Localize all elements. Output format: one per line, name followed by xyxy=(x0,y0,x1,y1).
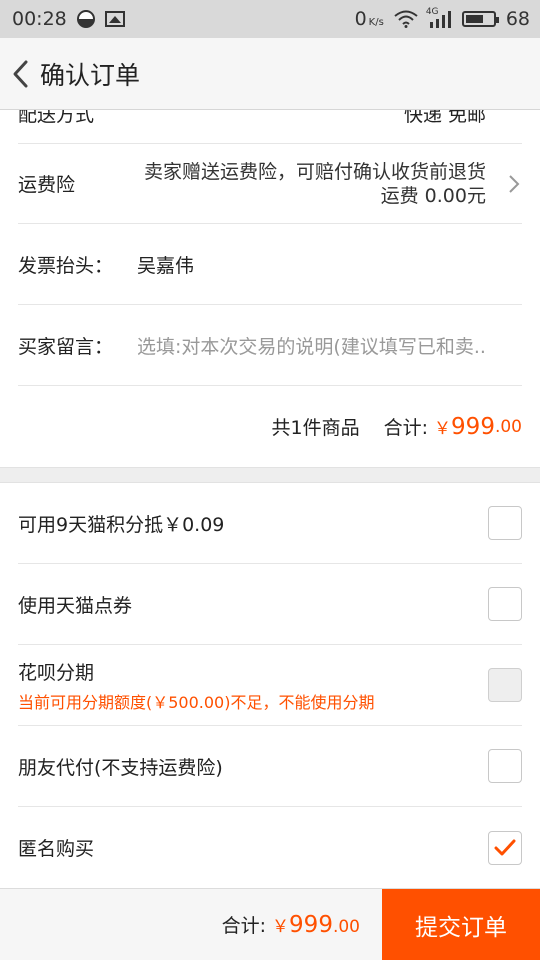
option-huabei-label: 花呗分期 xyxy=(18,661,95,684)
checkmark-icon xyxy=(494,839,516,855)
app-header: 确认订单 xyxy=(0,38,540,110)
tmall-coupon-checkbox[interactable] xyxy=(488,587,522,621)
tmall-points-checkbox[interactable] xyxy=(488,506,522,540)
option-tmall-coupon-label: 使用天猫点券 xyxy=(18,594,133,617)
order-total-amount: 999 xyxy=(451,413,495,440)
submit-order-button[interactable]: 提交订单 xyxy=(382,888,540,960)
chevron-right-icon xyxy=(509,174,520,193)
net-speed: 0 K/s xyxy=(355,8,384,30)
option-huabei-warning: 当前可用分期额度(￥500.00)不足，不能使用分期 xyxy=(18,692,375,712)
option-tmall-points-label: 可用9天猫积分抵￥0.09 xyxy=(18,513,225,536)
net-speed-unit: K/s xyxy=(368,17,384,28)
option-huabei-installment: 花呗分期 当前可用分期额度(￥500.00)不足，不能使用分期 xyxy=(18,645,522,726)
friend-pay-checkbox[interactable] xyxy=(488,749,522,783)
order-content[interactable]: 配送方式 快递 免邮 运费险 卖家赠送运费险，可赔付确认收货前退货 运费 0.0… xyxy=(0,110,540,888)
invoice-title-label: 发票抬头： xyxy=(18,254,114,277)
huabei-checkbox xyxy=(488,668,522,702)
status-bar: 00:28 0 K/s 4G 68 xyxy=(0,0,540,38)
battery-fill xyxy=(465,15,484,23)
option-tmall-points[interactable]: 可用9天猫积分抵￥0.09 xyxy=(18,483,522,564)
order-details-card: 配送方式 快递 免邮 运费险 卖家赠送运费险，可赔付确认收货前退货 运费 0.0… xyxy=(0,110,540,467)
do-not-disturb-icon xyxy=(76,10,95,28)
item-count: 共1件商品 xyxy=(271,417,360,439)
payment-options-card: 可用9天猫积分抵￥0.09 使用天猫点券 花呗分期 当前可用分期额度(￥500.… xyxy=(0,483,540,888)
order-total-currency: ￥ xyxy=(434,419,452,439)
page-title: 确认订单 xyxy=(40,60,141,90)
shipping-insurance-line2: 运费 0.00元 xyxy=(380,184,486,207)
option-huabei-text: 花呗分期 当前可用分期额度(￥500.00)不足，不能使用分期 xyxy=(18,658,374,713)
buyer-message-input[interactable]: 选填:对本次交易的说明(建议填写已和卖.. xyxy=(137,332,522,359)
battery-percent: 68 xyxy=(505,8,530,30)
delivery-method-row[interactable]: 配送方式 快递 免邮 xyxy=(18,110,522,144)
status-right: 0 K/s 4G 68 xyxy=(355,7,530,31)
option-anonymous-label: 匿名购买 xyxy=(18,838,95,860)
delivery-method-value: 快递 免邮 xyxy=(403,110,486,126)
back-button[interactable] xyxy=(2,38,38,110)
section-divider xyxy=(0,467,540,483)
status-time: 00:28 xyxy=(12,8,67,30)
cellular-signal-icon: 4G xyxy=(425,7,452,28)
order-total-row: 共1件商品 合计: ￥ 999 .00 xyxy=(18,386,522,467)
shipping-insurance-row[interactable]: 运费险 卖家赠送运费险，可赔付确认收货前退货 运费 0.00元 xyxy=(18,144,522,224)
order-total-decimal: .00 xyxy=(494,416,522,437)
chevron-left-icon xyxy=(13,60,28,87)
option-anonymous-purchase[interactable]: 匿名购买 xyxy=(18,807,522,888)
battery-icon xyxy=(461,11,499,27)
network-type-label: 4G xyxy=(425,7,439,17)
checkout-footer: 合计: ￥ 999 .00 提交订单 xyxy=(0,888,540,960)
status-left: 00:28 xyxy=(12,8,125,30)
order-total-label: 合计: xyxy=(383,417,429,439)
buyer-message-row: 买家留言： 选填:对本次交易的说明(建议填写已和卖.. xyxy=(18,305,522,386)
option-friend-pay-label: 朋友代付(不支持运费险) xyxy=(18,756,223,779)
delivery-method-label: 配送方式 xyxy=(18,110,95,126)
shipping-insurance-line1: 卖家赠送运费险，可赔付确认收货前退货 xyxy=(143,160,486,183)
wifi-icon xyxy=(394,10,418,28)
image-notification-icon xyxy=(104,11,125,27)
anonymous-checkbox[interactable] xyxy=(488,830,522,865)
footer-total: 合计: ￥ 999 .00 xyxy=(0,911,382,938)
footer-total-label: 合计: xyxy=(221,915,267,937)
option-tmall-coupon[interactable]: 使用天猫点券 xyxy=(18,564,522,645)
shipping-insurance-description: 卖家赠送运费险，可赔付确认收货前退货 运费 0.00元 xyxy=(108,160,522,208)
buyer-message-label: 买家留言： xyxy=(18,335,114,358)
shipping-insurance-label: 运费险 xyxy=(18,174,76,196)
invoice-title-row[interactable]: 发票抬头： 吴嘉伟 xyxy=(18,224,522,305)
net-speed-value: 0 xyxy=(354,8,367,30)
footer-total-amount: 999 xyxy=(289,912,333,938)
invoice-title-value: 吴嘉伟 xyxy=(137,254,195,277)
footer-total-currency: ￥ xyxy=(272,917,290,937)
option-friend-pay[interactable]: 朋友代付(不支持运费险) xyxy=(18,726,522,807)
footer-total-decimal: .00 xyxy=(332,917,360,937)
